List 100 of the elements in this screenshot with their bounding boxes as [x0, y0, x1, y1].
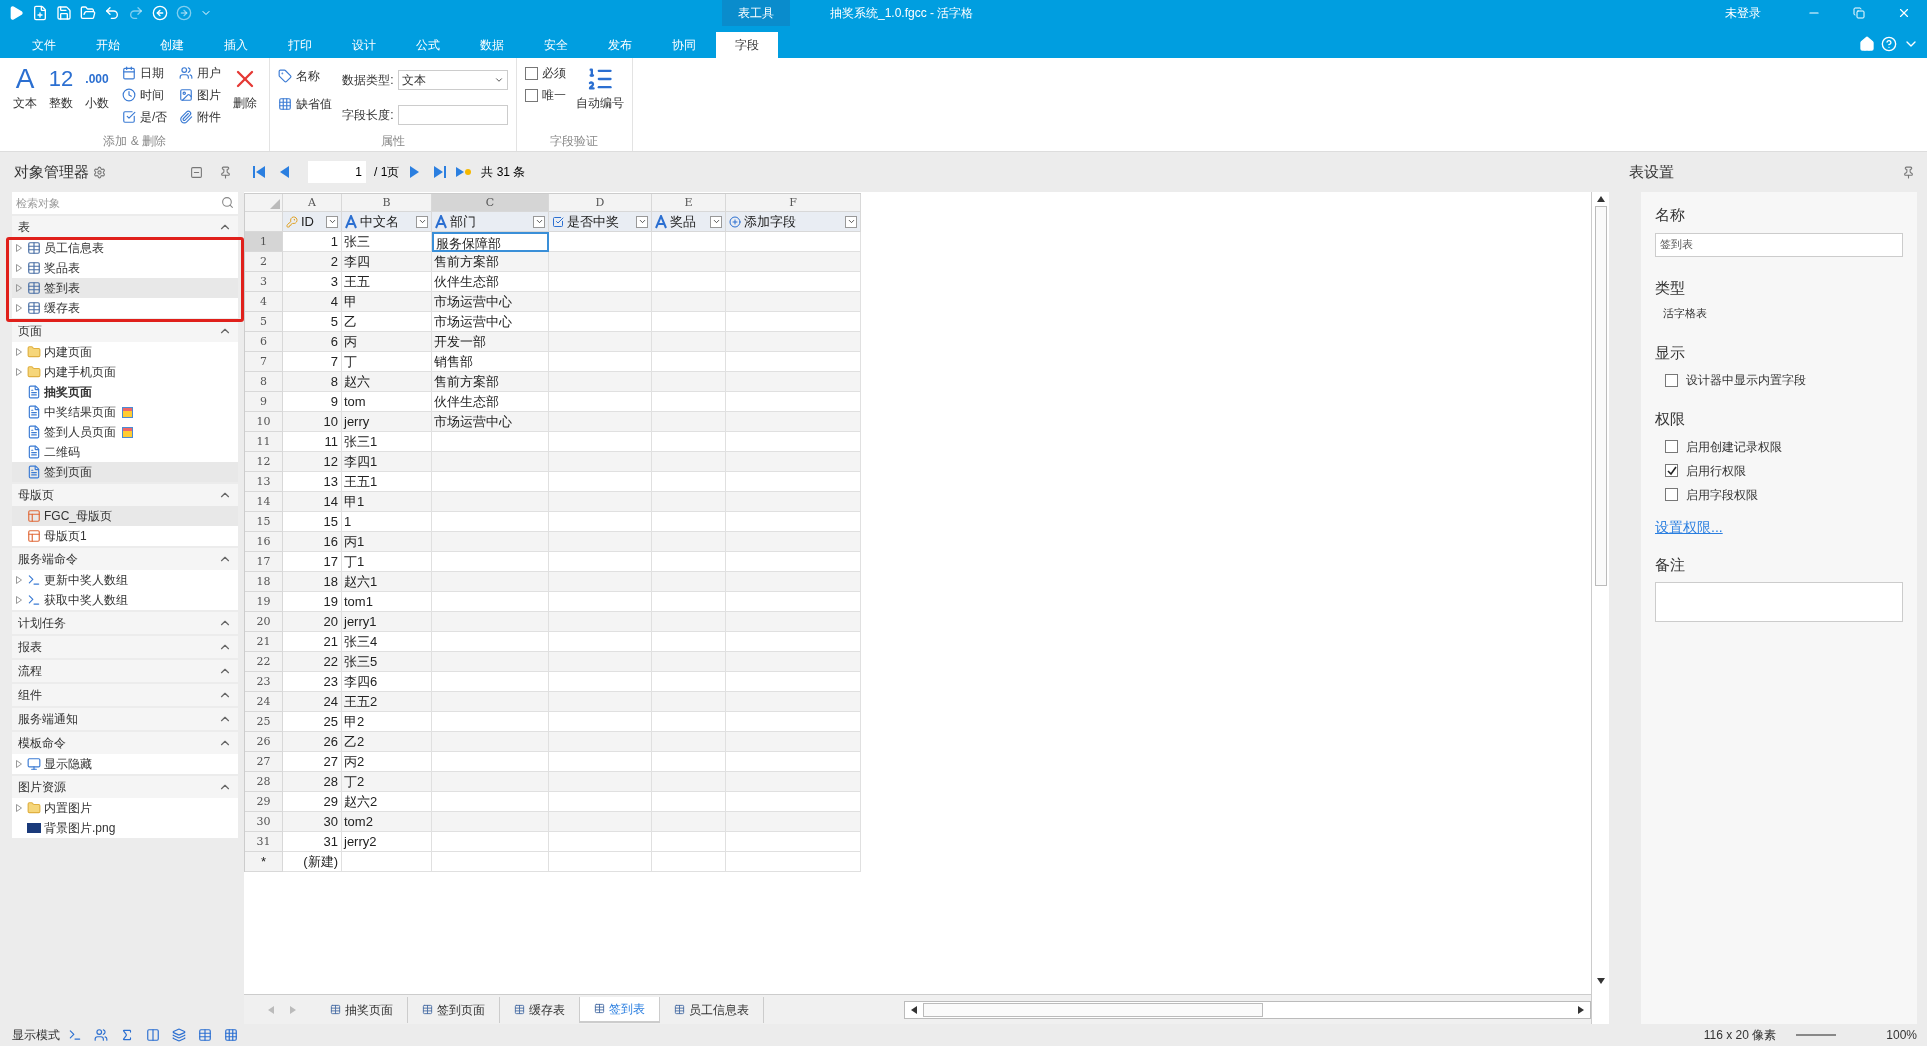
column-letter[interactable]: E	[652, 194, 726, 212]
columns-icon[interactable]	[146, 1028, 160, 1042]
tree-item[interactable]: 母版页1	[12, 526, 238, 546]
field-header[interactable]: 奖品	[652, 212, 726, 232]
sheet-tab[interactable]: 抽奖页面	[316, 996, 408, 1023]
row-number[interactable]: 23	[245, 672, 283, 692]
scroll-left-icon[interactable]	[911, 1005, 917, 1014]
field-header[interactable]: 中文名	[342, 212, 432, 232]
field-type-button[interactable]: 时间	[122, 86, 168, 104]
restore-icon[interactable]	[1853, 7, 1865, 19]
help-icon[interactable]	[1881, 36, 1897, 52]
row-number[interactable]: 10	[245, 412, 283, 432]
row-number[interactable]: 25	[245, 712, 283, 732]
table-icon[interactable]	[198, 1028, 212, 1042]
settings-icon[interactable]	[93, 165, 106, 179]
section-header[interactable]: 表	[18, 218, 30, 236]
expand-triangle-icon[interactable]	[16, 244, 22, 252]
row-number[interactable]: 16	[245, 532, 283, 552]
section-header[interactable]: 组件	[18, 686, 42, 704]
name-button[interactable]: 名称	[278, 66, 333, 86]
layers-icon[interactable]	[172, 1028, 186, 1042]
row-number[interactable]: 24	[245, 692, 283, 712]
row-number[interactable]: 11	[245, 432, 283, 452]
expand-triangle-icon[interactable]	[16, 760, 22, 768]
close-icon[interactable]	[1897, 6, 1911, 20]
row-number[interactable]: 4	[245, 292, 283, 312]
sheet-tab[interactable]: 签到页面	[408, 996, 500, 1023]
field-header[interactable]: 部门	[432, 212, 549, 232]
first-page-icon[interactable]	[252, 164, 268, 180]
tree-item[interactable]: 奖品表	[12, 258, 238, 278]
expand-triangle-icon[interactable]	[16, 304, 22, 312]
open-folder-icon[interactable]	[80, 5, 96, 21]
sheet-tab[interactable]: 签到表	[580, 996, 660, 1023]
permission-link[interactable]: 设置权限...	[1655, 516, 1723, 538]
field-type-button[interactable]: 是/否	[122, 108, 168, 126]
row-number[interactable]: 15	[245, 512, 283, 532]
row-number[interactable]: 7	[245, 352, 283, 372]
tree-item[interactable]: 员工信息表	[12, 238, 238, 258]
field-type-button[interactable]: 附件	[179, 108, 222, 126]
tree-item[interactable]: 抽奖页面	[12, 382, 238, 402]
section-header[interactable]: 计划任务	[18, 614, 66, 632]
tree-item[interactable]: 内建页面	[12, 342, 238, 362]
users-icon[interactable]	[94, 1028, 108, 1042]
field-type-button[interactable]: 12 整数	[46, 64, 76, 128]
section-header[interactable]: 流程	[18, 662, 42, 680]
menu-tab[interactable]: 字段	[716, 32, 778, 58]
expand-triangle-icon[interactable]	[16, 348, 22, 356]
select-all-corner[interactable]	[245, 194, 283, 212]
expand-triangle-icon[interactable]	[16, 284, 22, 292]
horizontal-scrollbar[interactable]	[904, 1000, 1591, 1019]
row-number[interactable]: 13	[245, 472, 283, 492]
field-type-button[interactable]: 图片	[179, 86, 222, 104]
checkbox[interactable]	[1665, 373, 1678, 387]
tree-item[interactable]: 背景图片.png	[12, 818, 238, 838]
filter-dropdown-icon[interactable]	[533, 215, 545, 228]
filter-dropdown-icon[interactable]	[636, 215, 648, 228]
field-header[interactable]: 添加字段	[726, 212, 861, 232]
tree-item[interactable]: 更新中奖人数组	[12, 570, 238, 590]
column-letter[interactable]: C	[432, 194, 549, 212]
new-row-cell[interactable]: (新建)	[283, 852, 342, 872]
search-field[interactable]: 检索对象	[12, 192, 238, 214]
tree-item[interactable]: 签到表	[12, 278, 238, 298]
scroll-right-icon[interactable]	[1578, 1005, 1584, 1014]
section-header[interactable]: 报表	[18, 638, 42, 656]
tree-item[interactable]: 签到页面	[12, 462, 238, 482]
section-header[interactable]: 模板命令	[18, 734, 66, 752]
expand-triangle-icon[interactable]	[16, 804, 22, 812]
last-page-icon[interactable]	[431, 164, 448, 180]
scrollbar-thumb[interactable]	[1594, 206, 1607, 586]
filter-dropdown-icon[interactable]	[416, 215, 428, 228]
row-number[interactable]: 3	[245, 272, 283, 292]
field-type-button[interactable]: .000 小数	[82, 64, 112, 128]
sheet-tab[interactable]: 员工信息表	[660, 996, 764, 1023]
tree-item[interactable]: FGC_母版页	[12, 506, 238, 526]
delete-button[interactable]: 删除	[231, 64, 260, 128]
row-number[interactable]: 27	[245, 752, 283, 772]
row-number[interactable]: 8	[245, 372, 283, 392]
row-number[interactable]: 21	[245, 632, 283, 652]
column-letter[interactable]: B	[342, 194, 432, 212]
field-header[interactable]: ID	[283, 212, 342, 232]
vertical-scrollbar[interactable]	[1591, 192, 1609, 1024]
expand-triangle-icon[interactable]	[16, 576, 22, 584]
auto-number-button[interactable]: 自动编号	[575, 64, 624, 128]
search-icon[interactable]	[221, 196, 234, 209]
row-number[interactable]: 6	[245, 332, 283, 352]
checkbox[interactable]	[1665, 440, 1678, 453]
expand-triangle-icon[interactable]	[16, 264, 22, 272]
forward-icon[interactable]	[176, 5, 192, 21]
back-icon[interactable]	[152, 5, 168, 21]
undo-icon[interactable]	[104, 5, 120, 21]
collapse-all-icon[interactable]	[190, 165, 203, 179]
row-number[interactable]: 14	[245, 492, 283, 512]
sigma-icon[interactable]	[120, 1028, 134, 1042]
scroll-down-icon[interactable]	[1596, 978, 1605, 984]
row-number[interactable]: 22	[245, 652, 283, 672]
checkbox[interactable]	[1665, 464, 1678, 477]
row-number[interactable]: 28	[245, 772, 283, 792]
pin-icon[interactable]	[219, 165, 232, 179]
checkbox[interactable]	[1665, 488, 1678, 501]
filter-dropdown-icon[interactable]	[845, 215, 857, 228]
